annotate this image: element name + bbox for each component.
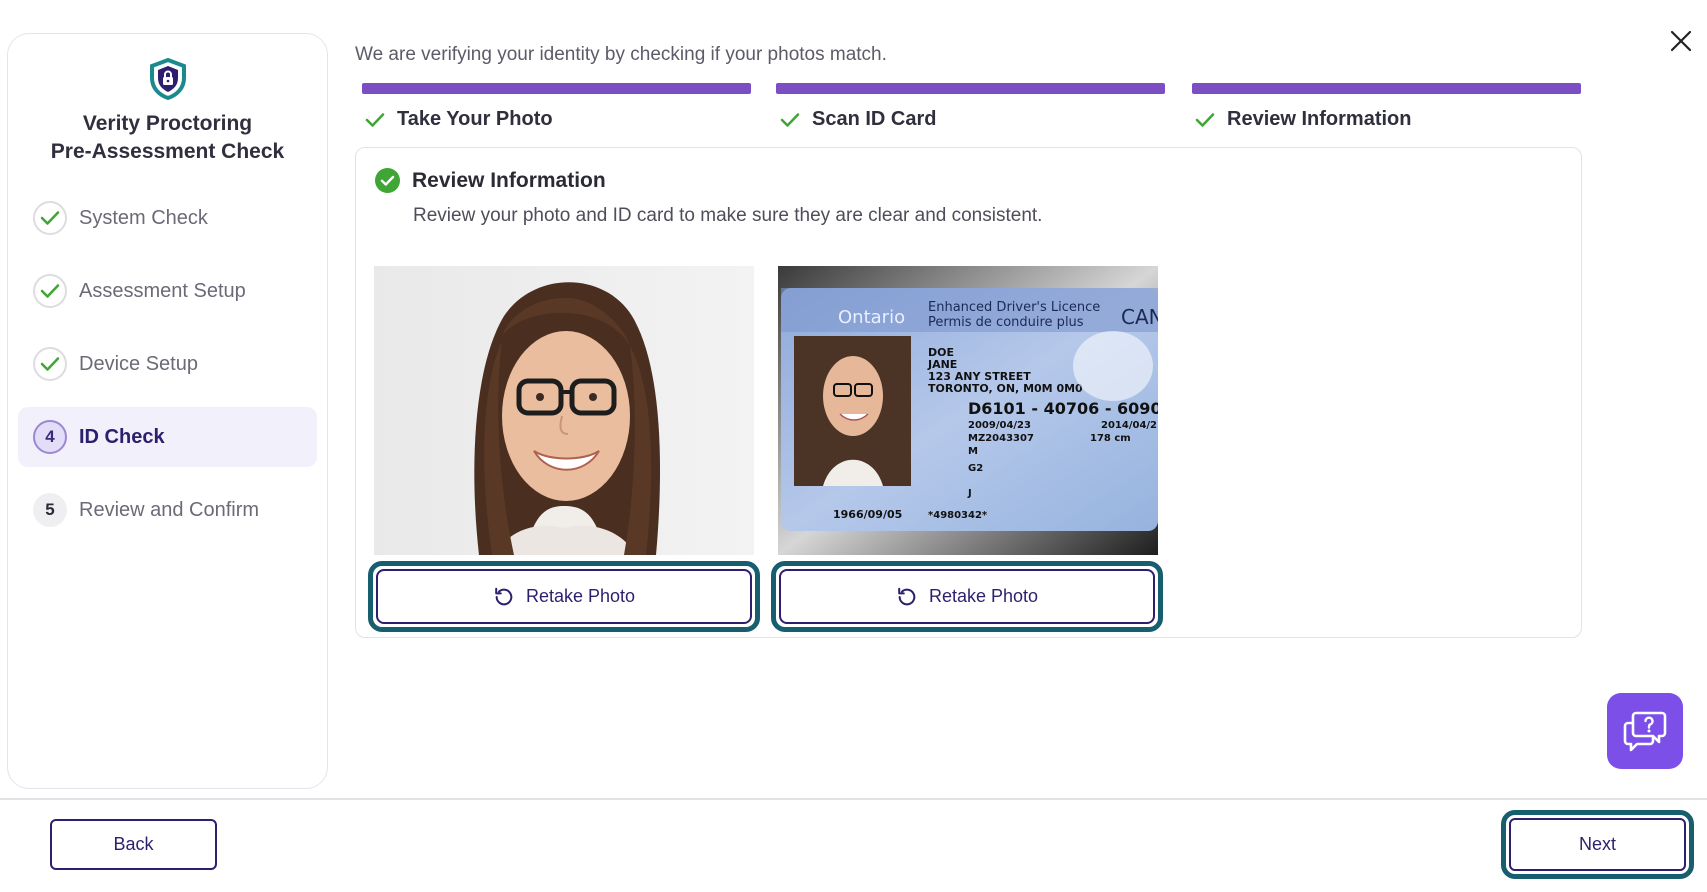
card-header: Review Information [375,168,606,193]
footer-divider [0,798,1707,800]
id-class: G2 [968,463,983,474]
help-chat-icon [1623,711,1667,752]
id-heading2: Permis de conduire plus [928,315,1084,330]
id-heading1: Enhanced Driver's Licence [928,300,1100,315]
retake-id-label: Retake Photo [928,586,1039,606]
app-title-line1: Verity Proctoring [82,112,253,135]
progress-step-review: Review Information [1195,108,1411,131]
id-sex: M [968,446,978,457]
step-review-confirm[interactable]: 5 Review and Confirm [18,480,317,540]
check-icon [33,274,67,308]
progress-label: Take Your Photo [397,108,553,130]
step-number: 5 [33,493,67,527]
step-id-check[interactable]: 4 ID Check [18,407,317,467]
id-dob: 1966/09/05 [833,508,902,521]
retake-photo-button[interactable]: Retake Photo [368,561,760,632]
id-issued: 2009/04/23 [968,420,1031,431]
progress-bar-1 [362,83,751,94]
step-label: System Check [79,206,208,229]
page-subtitle: We are verifying your identity by checki… [355,44,887,65]
retake-photo-button-inner[interactable]: Retake Photo [376,569,752,624]
id-number: D6101 - 40706 - 60905 [968,399,1158,418]
rotate-ccw-icon [898,587,916,605]
app-title-line2: Pre-Assessment Check [50,140,285,163]
id-rest: J [967,488,972,499]
id-province: Ontario [838,307,905,328]
check-icon [33,347,67,381]
retake-id-button-inner[interactable]: Retake Photo [779,569,1155,624]
step-assessment-setup[interactable]: Assessment Setup [18,261,317,321]
sidebar: Verity Proctoring Pre-Assessment Check S… [7,33,328,789]
rotate-ccw-icon [495,587,513,605]
progress-step-scan-id: Scan ID Card [780,108,936,131]
id-height: 178 cm [1090,433,1131,444]
check-icon [365,112,385,127]
brand: Verity Proctoring Pre-Assessment Check [8,34,327,166]
step-label: Review and Confirm [79,498,260,521]
step-list: System Check Assessment Setup Device Set… [8,188,327,540]
selfie-photo [374,266,754,555]
id-expiry: 2014/04/2 [1101,420,1157,431]
id-serial: *4980342* [928,510,988,521]
retake-id-button[interactable]: Retake Photo [771,561,1163,632]
id-address2: TORONTO, ON, M0M 0M0 [928,382,1083,395]
step-label: Device Setup [79,352,198,375]
review-card: Review Information Review your photo and… [355,147,1582,638]
back-button[interactable]: Back [50,819,217,870]
progress-label: Review Information [1227,108,1412,130]
progress-label: Scan ID Card [812,108,937,130]
id-country: CAN [1121,305,1158,329]
close-icon[interactable] [1668,28,1694,54]
app-title: Verity Proctoring Pre-Assessment Check [8,110,327,166]
progress-steps: Take Your Photo Scan ID Card Review Info… [362,83,1582,130]
check-circle-icon [375,168,400,193]
step-number: 4 [33,420,67,454]
progress-step-take-photo: Take Your Photo [365,108,553,131]
progress-bar-2 [776,83,1165,94]
shield-lock-icon [149,58,186,100]
check-icon [780,112,800,127]
progress-bar-3 [1192,83,1581,94]
retake-photo-label: Retake Photo [525,586,636,606]
id-ref: MZ2043307 [968,433,1034,444]
step-label: ID Check [79,425,165,448]
next-button-focus-ring[interactable]: Next [1501,810,1694,879]
step-label: Assessment Setup [79,279,246,302]
card-description: Review your photo and ID card to make su… [413,205,1043,226]
step-system-check[interactable]: System Check [18,188,317,248]
help-chat-button[interactable] [1607,693,1683,769]
step-device-setup[interactable]: Device Setup [18,334,317,394]
check-icon [33,201,67,235]
check-icon [1195,112,1215,127]
id-card-photo: Ontario Enhanced Driver's Licence Permis… [778,266,1158,555]
next-button[interactable]: Next [1509,818,1686,871]
card-title: Review Information [412,168,606,192]
